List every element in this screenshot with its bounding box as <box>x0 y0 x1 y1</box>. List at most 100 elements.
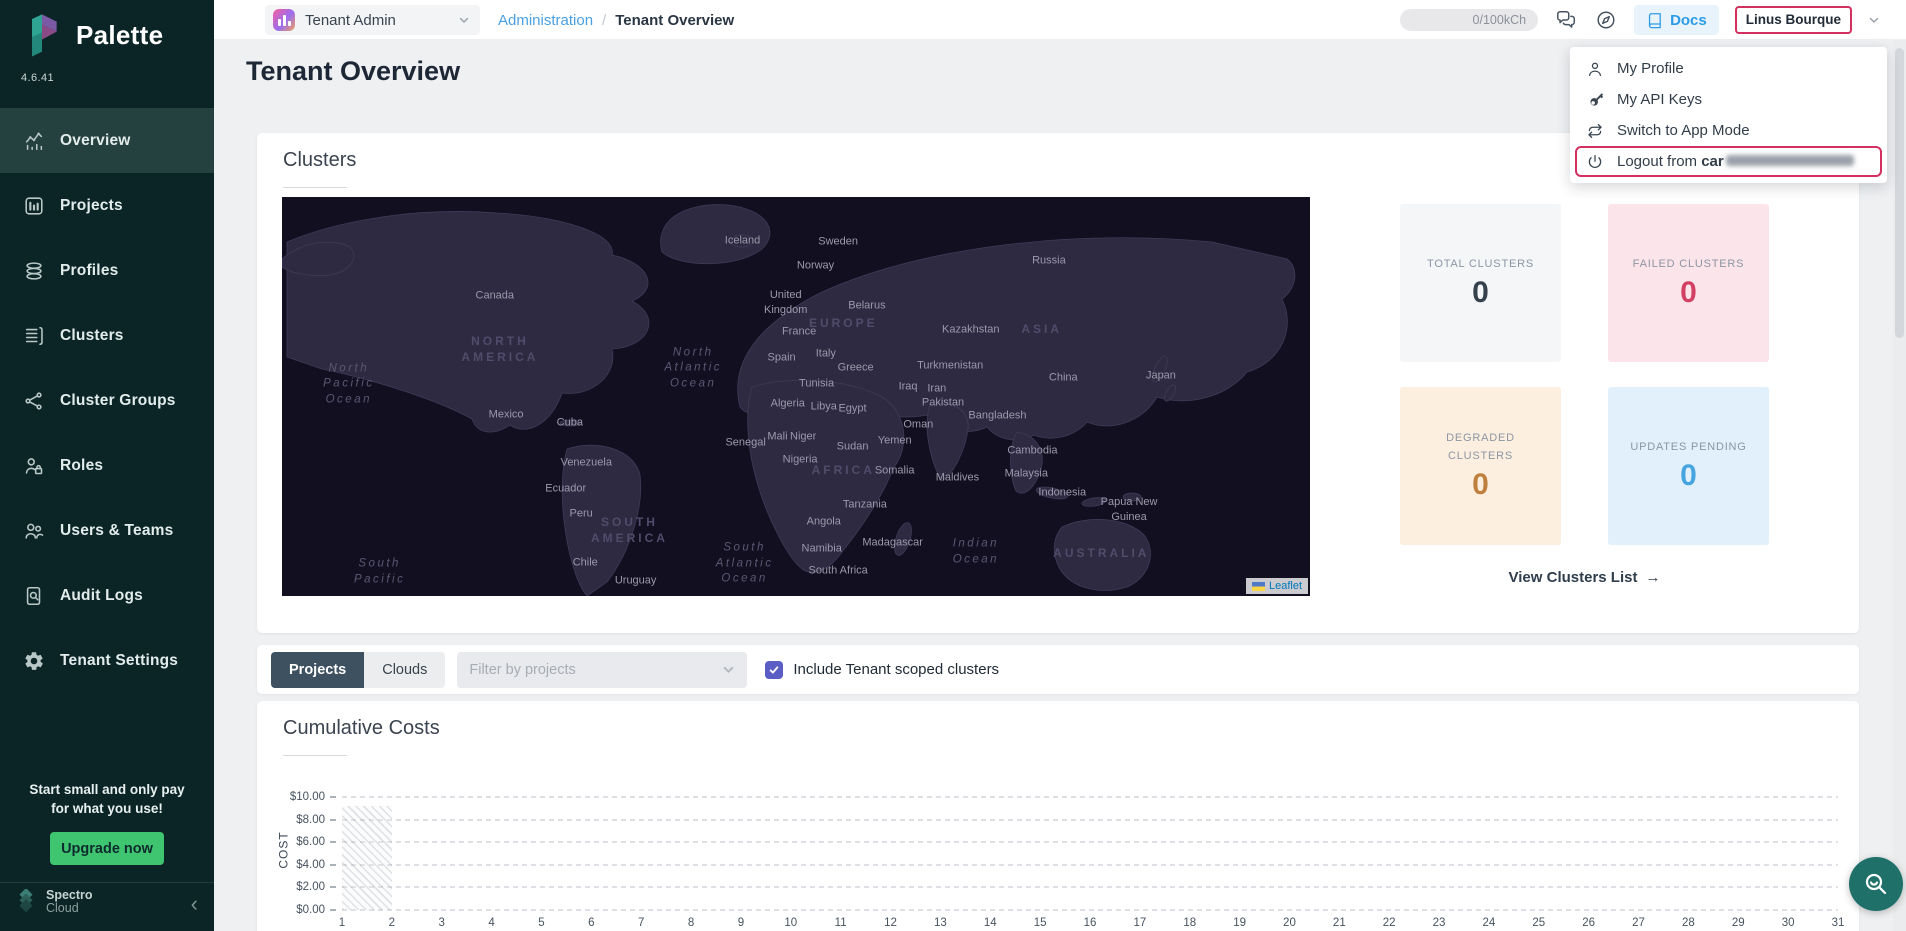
help-search-fab[interactable] <box>1849 857 1903 911</box>
gridline <box>342 864 1838 866</box>
user-icon <box>1586 60 1604 78</box>
menu-item-switch-app-mode[interactable]: Switch to App Mode <box>1570 115 1887 146</box>
menu-item-my-api-keys[interactable]: My API Keys <box>1570 84 1887 115</box>
bar-chart-icon <box>22 194 46 218</box>
x-tick-label: 5 <box>538 917 544 929</box>
sidebar-item-label: Overview <box>60 132 131 150</box>
doc-search-icon <box>22 584 46 608</box>
redacted-account-name <box>1726 155 1854 166</box>
x-tick-label: 31 <box>1832 917 1845 929</box>
filter-by-projects-select[interactable]: Filter by projects <box>457 652 747 688</box>
sidebar-item-audit-logs[interactable]: Audit Logs <box>0 563 214 628</box>
sidebar-item-tenant-settings[interactable]: Tenant Settings <box>0 628 214 693</box>
top-bar-actions: 0/100kCh Docs Linus Bourque <box>1400 0 1880 40</box>
menu-item-my-profile[interactable]: My Profile <box>1570 53 1887 84</box>
key-icon <box>1586 91 1604 109</box>
logout-label: Logout from car <box>1617 153 1854 170</box>
x-tick-label: 26 <box>1582 917 1595 929</box>
sidebar-item-clusters[interactable]: Clusters <box>0 303 214 368</box>
x-tick-label: 17 <box>1133 917 1146 929</box>
sidebar-item-roles[interactable]: Roles <box>0 433 214 498</box>
chart-trend-icon <box>22 129 46 153</box>
gridline <box>342 841 1838 843</box>
scrollbar-thumb[interactable] <box>1895 48 1904 338</box>
gridline <box>342 819 1838 821</box>
stat-tile: DEGRADED CLUSTERS0 <box>1400 387 1561 545</box>
clusters-card-title: Clusters <box>283 149 356 172</box>
y-tick-label: $6.00 <box>296 836 336 848</box>
user-name: Linus Bourque <box>1746 12 1841 27</box>
sidebar-nav: Overview Projects Profiles Clusters Clus… <box>0 108 214 693</box>
costs-card-title: Cumulative Costs <box>283 717 440 740</box>
server-list-icon <box>22 324 46 348</box>
checkbox-label: Include Tenant scoped clusters <box>793 661 999 678</box>
sidebar-item-projects[interactable]: Projects <box>0 173 214 238</box>
chevron-down-icon[interactable] <box>1868 14 1880 26</box>
x-tick-label: 23 <box>1433 917 1446 929</box>
vertical-scrollbar[interactable] <box>1893 40 1906 931</box>
breadcrumb-administration[interactable]: Administration <box>498 12 593 29</box>
x-tick-label: 7 <box>638 917 644 929</box>
sidebar-item-users-teams[interactable]: Users & Teams <box>0 498 214 563</box>
stat-value: 0 <box>1680 276 1697 310</box>
x-tick-label: 8 <box>688 917 694 929</box>
menu-item-logout[interactable]: Logout from car <box>1575 146 1882 177</box>
tenant-scoped-checkbox-row[interactable]: Include Tenant scoped clusters <box>765 661 999 679</box>
compass-help-icon[interactable] <box>1594 8 1618 32</box>
sidebar: Palette 4.6.41 Overview Projects Profile… <box>0 0 214 931</box>
ukraine-flag-icon <box>1252 582 1265 591</box>
user-menu-button[interactable]: Linus Bourque <box>1735 6 1852 34</box>
x-tick-label: 24 <box>1483 917 1496 929</box>
x-tick-label: 16 <box>1084 917 1097 929</box>
x-tick-label: 20 <box>1283 917 1296 929</box>
sidebar-collapse-chevron[interactable]: ‹ <box>191 894 198 914</box>
network-nodes-icon <box>22 389 46 413</box>
x-axis-labels: 1234567891011121314151617181920212223242… <box>342 917 1838 931</box>
title-underline <box>283 187 347 188</box>
arrow-right-icon: → <box>1645 569 1660 586</box>
x-tick-label: 10 <box>784 917 797 929</box>
x-tick-label: 29 <box>1732 917 1745 929</box>
x-tick-label: 11 <box>835 917 847 929</box>
upgrade-promo: Start small and only pay for what you us… <box>0 780 214 865</box>
x-tick-label: 12 <box>884 917 897 929</box>
brand-name-bottom: Cloud <box>46 902 93 915</box>
gear-icon <box>22 649 46 673</box>
layers-stack-icon <box>22 259 46 283</box>
chat-icon[interactable] <box>1554 8 1578 32</box>
sidebar-item-label: Profiles <box>60 262 118 280</box>
x-tick-label: 1 <box>339 917 345 929</box>
sidebar-item-label: Users & Teams <box>60 522 173 540</box>
app-name: Palette <box>76 20 163 51</box>
x-tick-label: 25 <box>1532 917 1545 929</box>
sidebar-item-label: Projects <box>60 197 123 215</box>
view-clusters-list-link[interactable]: View Clusters List→ <box>1400 569 1769 586</box>
app-logo[interactable]: Palette <box>24 12 163 58</box>
scope-selector-label: Tenant Admin <box>305 12 396 29</box>
x-tick-label: 9 <box>738 917 744 929</box>
breadcrumb-current-page: Tenant Overview <box>615 12 734 29</box>
breadcrumb: Administration / Tenant Overview <box>498 0 734 40</box>
stat-value: 0 <box>1472 276 1489 310</box>
x-tick-label: 18 <box>1183 917 1196 929</box>
menu-item-label: My Profile <box>1617 60 1684 77</box>
clusters-card: Clusters <box>257 133 1859 633</box>
magnifier-icon <box>1862 870 1890 898</box>
tab-clouds[interactable]: Clouds <box>364 652 445 688</box>
upgrade-now-button[interactable]: Upgrade now <box>50 832 164 865</box>
checkbox-checked-icon[interactable] <box>765 661 783 679</box>
stat-value: 0 <box>1680 459 1697 493</box>
sidebar-item-label: Clusters <box>60 327 124 345</box>
x-tick-label: 28 <box>1682 917 1695 929</box>
scope-selector[interactable]: Tenant Admin <box>265 5 480 35</box>
sidebar-item-overview[interactable]: Overview <box>0 108 214 173</box>
leaflet-attribution[interactable]: Leaflet <box>1246 578 1308 594</box>
tab-projects[interactable]: Projects <box>271 652 364 688</box>
sidebar-item-label: Cluster Groups <box>60 392 176 410</box>
sidebar-item-cluster-groups[interactable]: Cluster Groups <box>0 368 214 433</box>
sidebar-item-profiles[interactable]: Profiles <box>0 238 214 303</box>
spectro-cloud-brand: Spectro Cloud <box>13 889 93 915</box>
clusters-world-map[interactable]: IcelandSwedenNorwayRussiaCanadaUnited Ki… <box>282 197 1310 596</box>
docs-button[interactable]: Docs <box>1634 5 1719 35</box>
spectro-cloud-logo-icon <box>13 889 39 915</box>
